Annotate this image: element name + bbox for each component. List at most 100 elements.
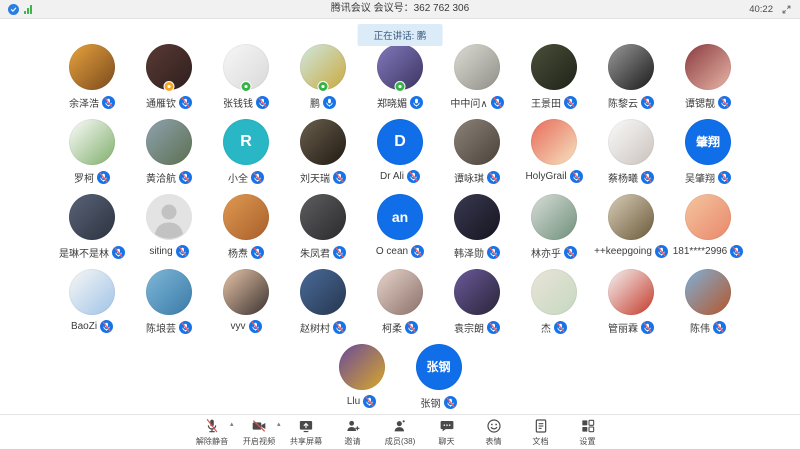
- mic-muted-icon: [655, 245, 668, 258]
- participant-tile[interactable]: 陈埌芸: [131, 267, 208, 342]
- participant-tile[interactable]: 181****2996: [670, 192, 747, 267]
- participant-tile[interactable]: 谭咏琪: [439, 117, 516, 192]
- mic-muted-icon: [249, 320, 262, 333]
- mic-muted-icon: [411, 245, 424, 258]
- toolbar-label: 开启视频: [243, 435, 275, 446]
- avatar: [685, 269, 731, 315]
- avatar: [300, 194, 346, 240]
- mic-muted-icon: [718, 171, 731, 184]
- participant-tile[interactable]: 蔡杨曦: [593, 117, 670, 192]
- toolbar-invite-button[interactable]: 邀请: [330, 417, 377, 447]
- avatar: [300, 119, 346, 165]
- toolbar-emoji-button[interactable]: 表情: [471, 417, 518, 447]
- toolbar-doc-button[interactable]: 文档: [518, 417, 565, 447]
- participant-tile[interactable]: 赵树村: [285, 267, 362, 342]
- participant-tile[interactable]: 罗柯: [54, 117, 131, 192]
- mic-muted-icon: [333, 321, 346, 334]
- participant-tile[interactable]: 郑晓媚: [362, 42, 439, 117]
- mic-muted-icon: [204, 418, 220, 434]
- avatar: D: [377, 119, 423, 165]
- toolbar-chat-button[interactable]: 聊天: [424, 417, 471, 447]
- participant-tile[interactable]: 余泽浩: [54, 42, 131, 117]
- mic-muted-icon: [405, 321, 418, 334]
- avatar-text: R: [240, 134, 252, 150]
- participant-tile[interactable]: BaoZi: [54, 267, 131, 342]
- participant-name: 罗柯: [74, 170, 94, 185]
- participant-tile[interactable]: 张钱钱: [208, 42, 285, 117]
- participant-tile[interactable]: 杰: [516, 267, 593, 342]
- participant-name: 谭锶靓: [685, 95, 715, 110]
- participant-tile[interactable]: R小全: [208, 117, 285, 192]
- mic-muted-icon: [179, 171, 192, 184]
- mic-muted-icon: [641, 96, 654, 109]
- participant-tile[interactable]: 张钢张钢: [400, 342, 477, 417]
- participant-tile[interactable]: 鹏: [285, 42, 362, 117]
- participant-name: 王景田: [531, 95, 561, 110]
- participant-tile[interactable]: siting: [131, 192, 208, 267]
- fullscreen-icon[interactable]: [781, 4, 792, 15]
- mic-muted-icon: [179, 321, 192, 334]
- avatar: [685, 194, 731, 240]
- participant-tile[interactable]: 谭锶靓: [670, 42, 747, 117]
- participant-name: 杨焘: [228, 245, 248, 260]
- participant-tile[interactable]: anO cean: [362, 192, 439, 267]
- participant-tile[interactable]: 韩泽勋: [439, 192, 516, 267]
- participant-name: 181****2996: [673, 246, 728, 257]
- participant-tile[interactable]: ++keepgoing: [593, 192, 670, 267]
- participant-name: 张钢: [421, 395, 441, 410]
- avatar: [377, 269, 423, 315]
- participant-name: 袁宗朗: [454, 320, 484, 335]
- participant-tile[interactable]: 中中问∧: [439, 42, 516, 117]
- mic-muted-icon: [100, 320, 113, 333]
- green-status-badge: [241, 81, 252, 92]
- avatar: [69, 119, 115, 165]
- participant-tile[interactable]: 是琳不是林: [54, 192, 131, 267]
- avatar: [377, 44, 423, 90]
- avatar: 张钢: [416, 344, 462, 390]
- participant-tile[interactable]: 刘天瑞: [285, 117, 362, 192]
- avatar: [531, 269, 577, 315]
- avatar-text: D: [394, 134, 406, 150]
- participant-name: 林亦乎: [531, 245, 561, 260]
- avatar: [223, 194, 269, 240]
- avatar: [69, 269, 115, 315]
- participant-tile[interactable]: vyv: [208, 267, 285, 342]
- participant-row: 是琳不是林 siting 杨焘 朱凤君 anO cean 韩泽勋 林亦乎 ++k…: [0, 192, 800, 267]
- toolbar-camera-off-button[interactable]: ▴开启视频: [236, 417, 283, 447]
- participant-tile[interactable]: 袁宗朗: [439, 267, 516, 342]
- participant-tile[interactable]: Llu: [323, 342, 400, 417]
- participant-tile[interactable]: 王景田: [516, 42, 593, 117]
- participant-tile[interactable]: 管丽霖: [593, 267, 670, 342]
- participant-name: 刘天瑞: [300, 170, 330, 185]
- caret-up-icon[interactable]: ▴: [277, 421, 281, 428]
- participant-tile[interactable]: 肇翔吴肇翔: [670, 117, 747, 192]
- avatar-text: an: [392, 210, 408, 224]
- mic-muted-icon: [444, 396, 457, 409]
- mic-muted-icon: [487, 246, 500, 259]
- toolbar-screen-share-button[interactable]: 共享屏幕: [283, 417, 330, 447]
- mic-muted-icon: [641, 321, 654, 334]
- toolbar-members-button[interactable]: 成员(38): [377, 417, 424, 447]
- participant-name: BaoZi: [71, 321, 97, 332]
- screen-share-icon: [298, 418, 314, 434]
- participant-name: 陈黎云: [608, 95, 638, 110]
- toolbar-apps-button[interactable]: 设置: [565, 417, 612, 447]
- toolbar-label: 解除静音: [196, 435, 228, 446]
- participant-tile[interactable]: 朱凤君: [285, 192, 362, 267]
- participant-tile[interactable]: DDr Ali: [362, 117, 439, 192]
- participant-tile[interactable]: 通雁钦: [131, 42, 208, 117]
- participant-tile[interactable]: 陈伟: [670, 267, 747, 342]
- participant-tile[interactable]: 杨焘: [208, 192, 285, 267]
- avatar: [223, 44, 269, 90]
- participant-tile[interactable]: HolyGrail: [516, 117, 593, 192]
- participant-name: 朱凤君: [300, 245, 330, 260]
- caret-up-icon[interactable]: ▴: [230, 421, 234, 428]
- participant-tile[interactable]: 柯柔: [362, 267, 439, 342]
- participant-tile[interactable]: 黄洽航: [131, 117, 208, 192]
- participant-tile[interactable]: 陈黎云: [593, 42, 670, 117]
- default-avatar-icon: [146, 194, 192, 240]
- toolbar-mic-muted-button[interactable]: ▴解除静音: [189, 417, 236, 447]
- avatar-text: 张钢: [426, 361, 450, 373]
- toolbar-label: 共享屏幕: [290, 435, 322, 446]
- participant-tile[interactable]: 林亦乎: [516, 192, 593, 267]
